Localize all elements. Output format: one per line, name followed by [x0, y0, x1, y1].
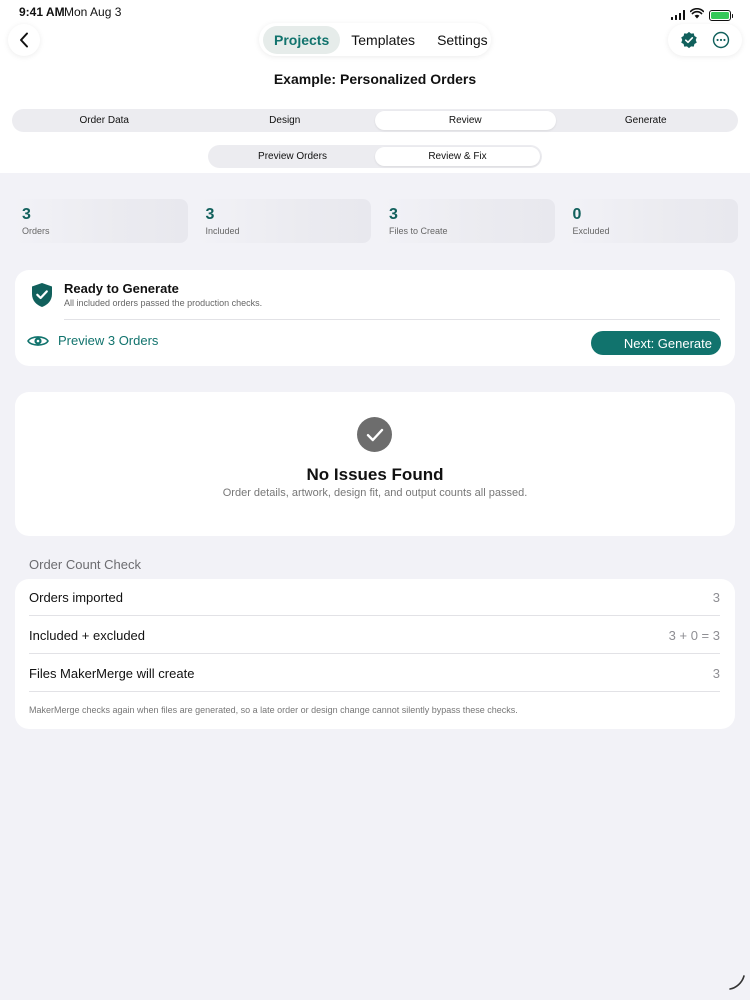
- stat-label: Excluded: [572, 226, 610, 236]
- stat-included: 3 Included: [195, 199, 371, 243]
- count-row-files-created: Files MakerMerge will create 3: [29, 655, 720, 692]
- more-button[interactable]: [712, 31, 730, 49]
- preview-orders-label: Preview 3 Orders: [58, 333, 159, 348]
- status-icons: [670, 6, 733, 24]
- order-count-check-header: Order Count Check: [29, 557, 141, 572]
- count-value: 3: [712, 589, 720, 605]
- verified-badge-icon: [681, 31, 697, 49]
- top-navigation: Projects Templates Settings: [259, 23, 491, 56]
- ready-card: Ready to Generate All included orders pa…: [15, 270, 735, 366]
- subtab-review-fix[interactable]: Review & Fix: [375, 147, 540, 166]
- stat-label: Orders: [22, 226, 50, 236]
- next-generate-button[interactable]: Next: Generate: [591, 331, 721, 355]
- stats-row: 3 Orders 3 Included 3 Files to Create 0 …: [12, 199, 738, 243]
- tab-templates[interactable]: Templates: [340, 26, 426, 54]
- stat-files-to-create: 3 Files to Create: [379, 199, 555, 243]
- stat-value: 3: [205, 206, 215, 223]
- stat-orders: 3 Orders: [12, 199, 188, 243]
- checkmark-icon: [357, 417, 392, 452]
- divider: [64, 319, 720, 320]
- verified-button[interactable]: [680, 31, 698, 49]
- signal-icon: [670, 10, 685, 20]
- count-label: Files MakerMerge will create: [29, 665, 195, 681]
- ready-subtitle: All included orders passed the productio…: [64, 298, 263, 308]
- stat-value: 3: [389, 206, 398, 223]
- count-row-included-excluded: Included + excluded 3 + 0 = 3: [29, 617, 720, 654]
- count-value: 3: [712, 665, 720, 681]
- stat-value: 3: [22, 206, 31, 223]
- count-footnote: MakerMerge checks again when files are g…: [29, 705, 518, 715]
- back-chevron-icon: [20, 32, 28, 48]
- wifi-icon: [689, 6, 705, 24]
- workflow-steps: Order Data Design Review Generate: [12, 109, 738, 132]
- eye-icon: [27, 335, 49, 346]
- count-label: Orders imported: [29, 589, 123, 605]
- count-value: 3 + 0 = 3: [668, 627, 720, 643]
- status-bar: 9:41 AM Mon Aug 3: [0, 0, 750, 24]
- stat-label: Files to Create: [389, 226, 448, 236]
- status-date: Mon Aug 3: [64, 5, 122, 19]
- order-count-card: Orders imported 3 Included + excluded 3 …: [15, 579, 735, 729]
- step-order-data[interactable]: Order Data: [14, 111, 195, 130]
- issues-subtitle: Order details, artwork, design fit, and …: [222, 487, 528, 499]
- ready-title: Ready to Generate: [64, 281, 179, 296]
- subtab-preview-orders[interactable]: Preview Orders: [210, 147, 375, 166]
- review-subtabs: Preview Orders Review & Fix: [208, 145, 542, 168]
- preview-orders-link[interactable]: Preview 3 Orders: [27, 333, 158, 348]
- shield-check-icon: [31, 282, 53, 313]
- issues-title: No Issues Found: [306, 465, 444, 484]
- tab-settings[interactable]: Settings: [426, 26, 499, 54]
- step-design[interactable]: Design: [195, 111, 376, 130]
- status-time: 9:41 AM: [19, 5, 65, 19]
- resize-handle-icon[interactable]: [728, 973, 746, 996]
- project-title: Example: Personalized Orders: [273, 71, 477, 87]
- tab-projects[interactable]: Projects: [263, 25, 341, 54]
- stat-value: 0: [572, 206, 582, 223]
- battery-icon: [709, 9, 733, 21]
- more-icon: [712, 31, 730, 49]
- step-generate[interactable]: Generate: [556, 111, 737, 130]
- header-actions: [668, 24, 742, 56]
- stat-label: Included: [205, 226, 240, 236]
- count-row-orders-imported: Orders imported 3: [29, 579, 720, 616]
- stat-excluded: 0 Excluded: [562, 199, 738, 243]
- issues-card: No Issues Found Order details, artwork, …: [15, 392, 735, 536]
- back-button[interactable]: [8, 24, 40, 56]
- step-review[interactable]: Review: [375, 111, 556, 130]
- count-label: Included + excluded: [29, 627, 146, 643]
- top-header: 9:41 AM Mon Aug 3 Projects Templates Set…: [0, 0, 750, 173]
